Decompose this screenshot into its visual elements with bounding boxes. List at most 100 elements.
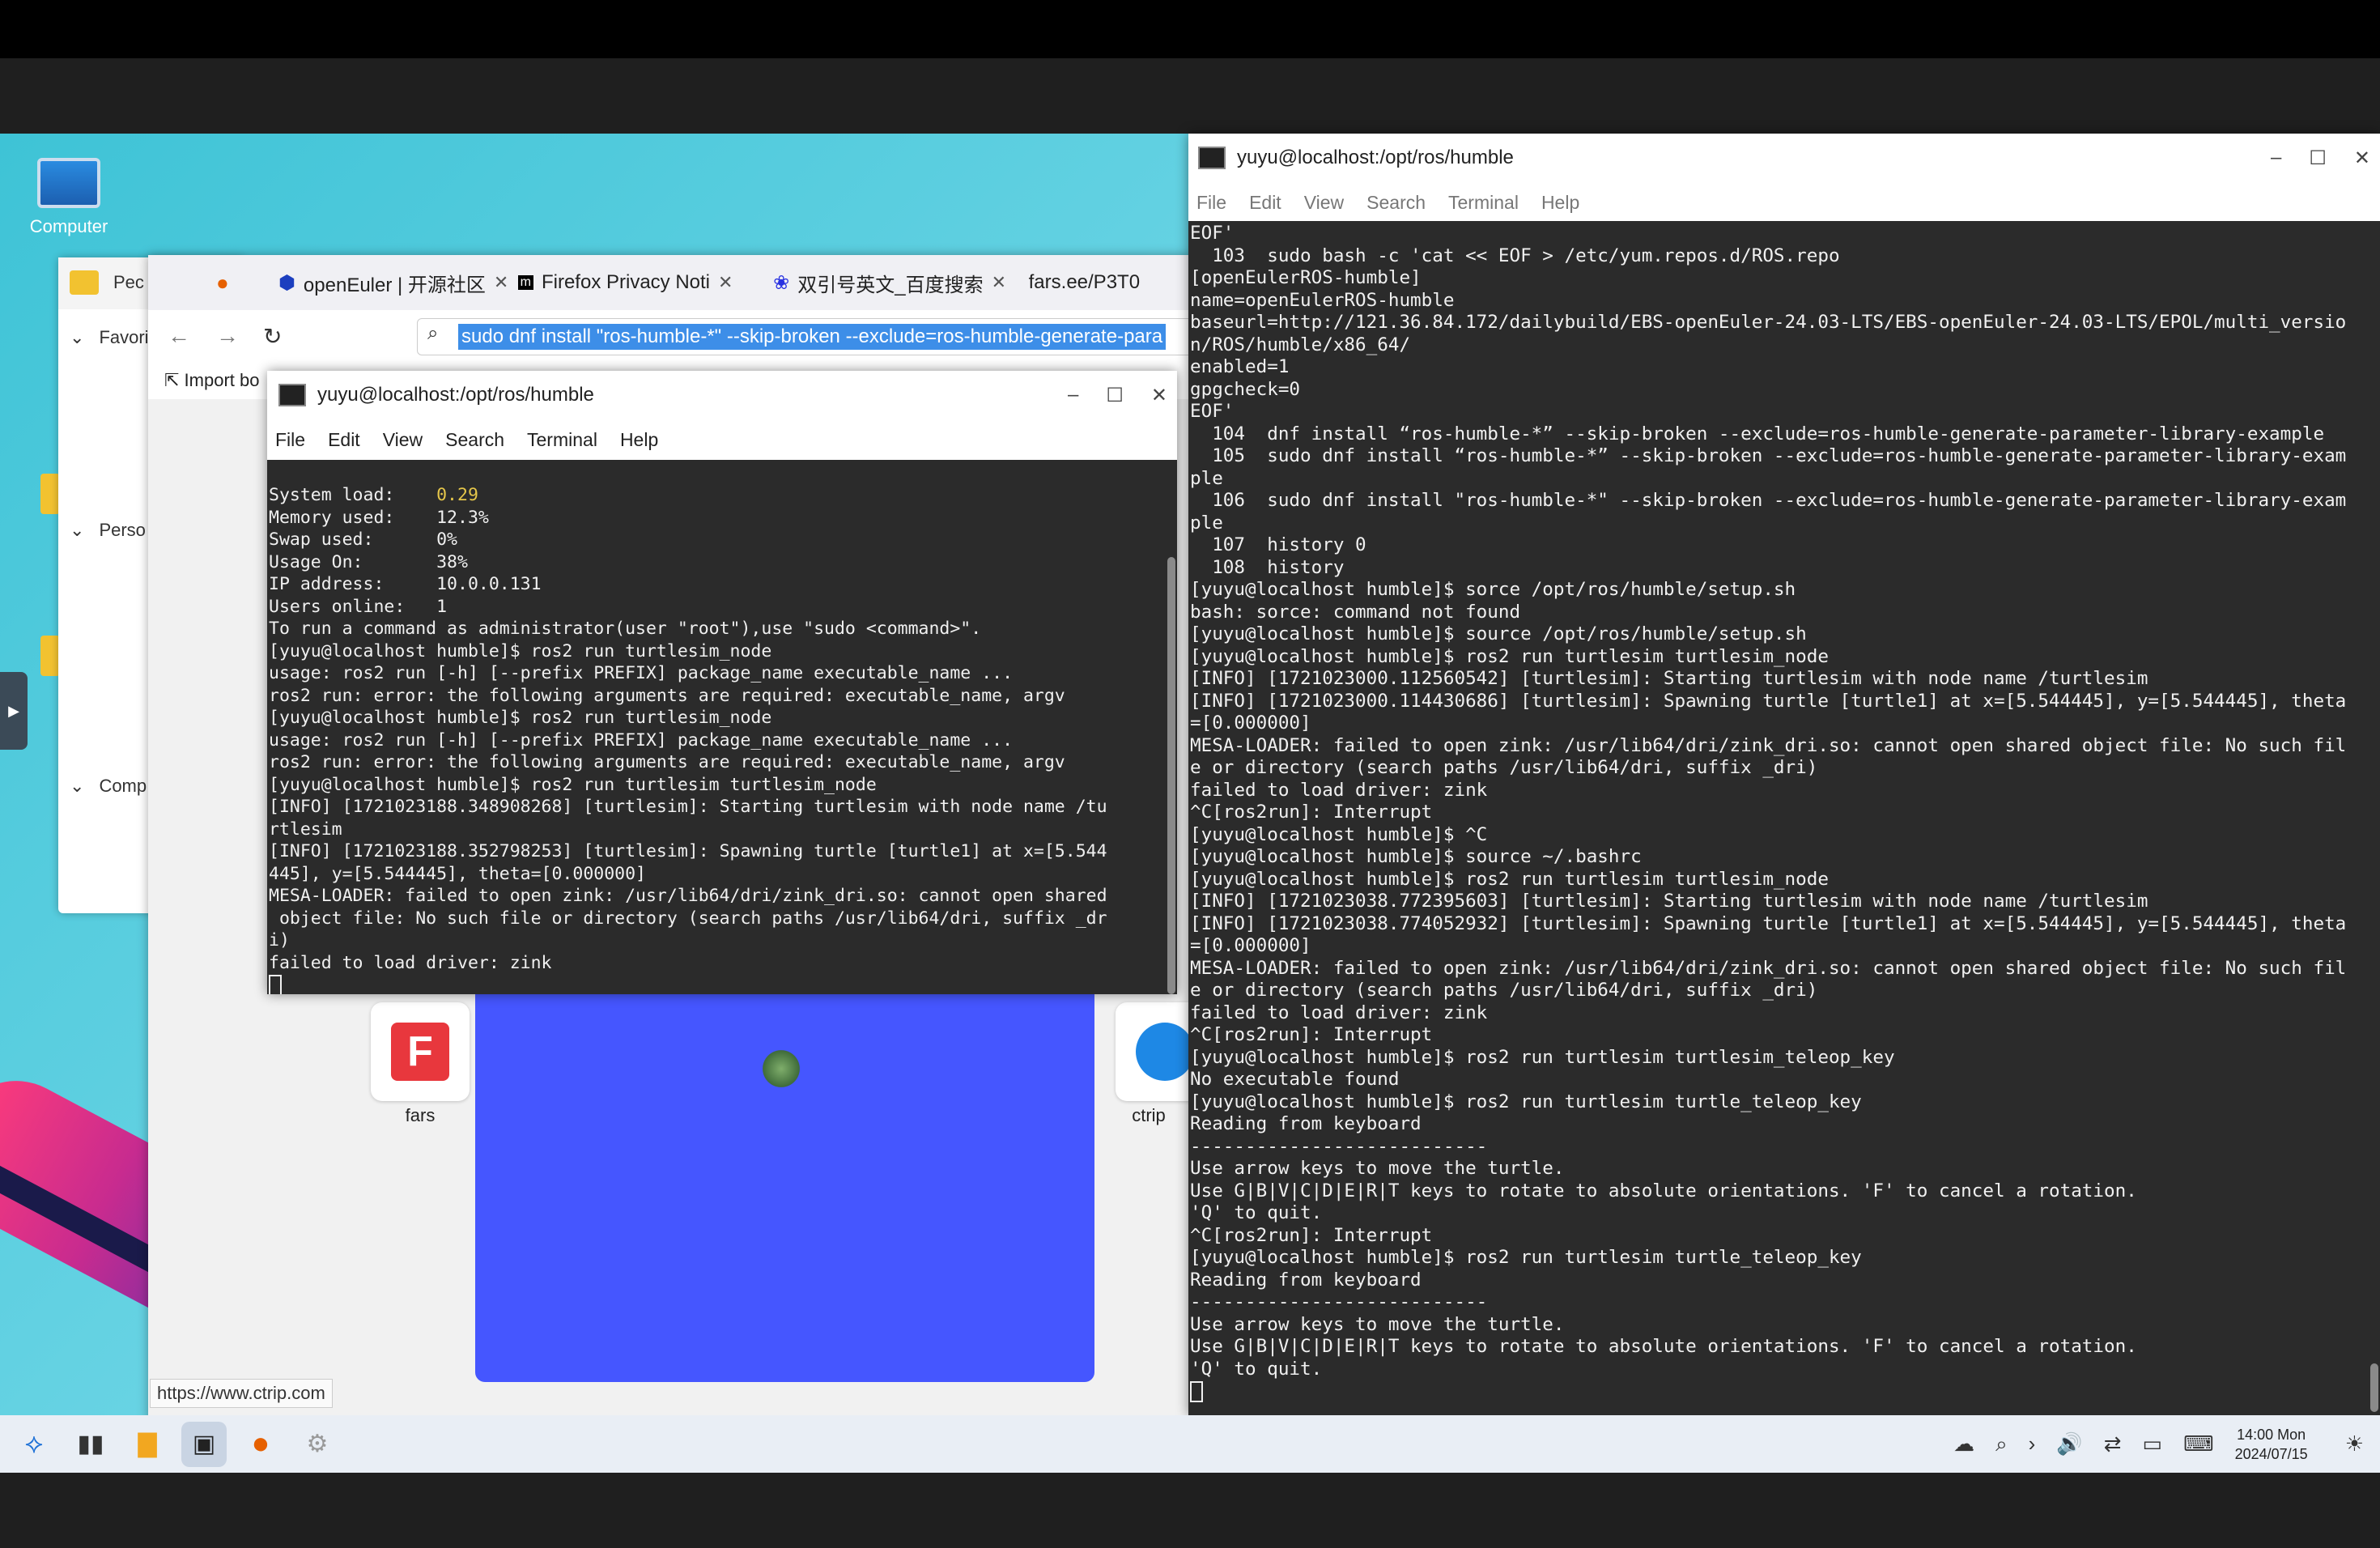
notification-icon[interactable]: ▭ (2142, 1431, 2162, 1457)
close-icon[interactable]: ✕ (992, 272, 1006, 293)
reload-icon[interactable]: ↻ (263, 323, 282, 350)
terminal-line: --------------------------- (1190, 1135, 1488, 1157)
tab-fars[interactable]: fars.ee/P3T0 (1018, 255, 1192, 310)
keyboard-icon[interactable]: ⌨ (2183, 1431, 2214, 1457)
desktop-icon-label: Computer (29, 216, 108, 236)
terminal-titlebar: yuyu@localhost:/opt/ros/humble – ☐ ✕ (267, 371, 1177, 419)
menu-search[interactable]: Search (445, 429, 504, 451)
terminal-line: [yuyu@localhost humble]$ ^C (1190, 823, 1488, 845)
sidebar-label: Favori (99, 327, 149, 347)
file-manager-sidebar-item[interactable]: ⌄ Favori (70, 327, 149, 348)
terminal-line: [INFO] [1721023038.774052932] [turtlesim… (1190, 912, 2347, 934)
terminal-output[interactable]: System load: 0.29 Memory used: 12.3% Swa… (267, 460, 1177, 994)
side-panel-toggle[interactable]: ▶ (0, 672, 28, 750)
menu-help[interactable]: Help (1541, 192, 1579, 214)
terminal-line: 104 dnf install “ros-humble-*” --skip-br… (1190, 423, 2325, 444)
terminal-line: [INFO] [1721023000.114430686] [turtlesim… (1190, 690, 2347, 712)
tab-openeuler[interactable]: ⬢ openEuler | 开源社区 ✕ (267, 255, 507, 310)
terminal-line: MESA-LOADER: failed to open zink: /usr/l… (1190, 957, 2347, 979)
close-icon[interactable]: ✕ (1151, 384, 1167, 407)
search-icon: ⌕ (427, 322, 439, 344)
menu-edit[interactable]: Edit (328, 429, 360, 451)
forward-icon[interactable]: → (216, 323, 239, 349)
window-title: yuyu@localhost:/opt/ros/humble (317, 384, 594, 406)
address-bar[interactable]: ⌕ sudo dnf install "ros-humble-*" --skip… (417, 318, 1212, 355)
terminal-line: Reading from keyboard (1190, 1113, 1422, 1134)
tab-label: Firefox Privacy Noti (541, 271, 711, 293)
terminal-icon (278, 384, 306, 406)
desktop-folder-icon[interactable] (40, 636, 60, 676)
close-icon[interactable]: ✕ (494, 272, 507, 293)
terminal-line: [INFO] [1721023000.112560542] [turtlesim… (1190, 668, 2148, 689)
tab-placeholder[interactable]: ● (148, 255, 267, 310)
tab-baidu-search[interactable]: ❀ 双引号英文_百度搜索 ✕ (762, 255, 1018, 310)
chevron-down-icon: ⌄ (70, 327, 85, 347)
clock-time: 14:00 Mon (2237, 1426, 2306, 1443)
file-manager-sidebar-item[interactable]: Pec (70, 270, 144, 295)
terminal-scrollbar[interactable] (2370, 1363, 2378, 1412)
menu-terminal[interactable]: Terminal (527, 429, 597, 451)
terminal-line: 'Q' to quit. (1190, 1202, 1323, 1223)
chevron-right-icon[interactable]: › (2029, 1431, 2036, 1457)
menu-file[interactable]: File (275, 429, 305, 451)
multitask-view-icon[interactable]: ▮▮ (68, 1422, 113, 1467)
tab-firefox-privacy[interactable]: m Firefox Privacy Noti ✕ (507, 255, 763, 310)
firefox-app-icon[interactable]: ● (238, 1422, 283, 1467)
terminal-line: 105 sudo dnf install “ros-humble-*” --sk… (1190, 445, 2347, 466)
file-manager-app-icon[interactable]: ▇ (125, 1422, 170, 1467)
terminal-line: [yuyu@localhost humble]$ source ~/.bashr… (1190, 846, 1642, 867)
menu-file[interactable]: File (1196, 192, 1226, 214)
maximize-icon[interactable]: ☐ (1106, 384, 1124, 407)
url-text: sudo dnf install "ros-humble-*" --skip-b… (458, 324, 1167, 350)
search-icon[interactable]: ⌕ (1995, 1431, 2008, 1457)
clock[interactable]: 14:00 Mon 2024/07/15 (2235, 1425, 2308, 1464)
terminal-cursor (1190, 1380, 1203, 1402)
terminal-line: 107 history 0 (1190, 534, 1366, 555)
menu-view[interactable]: View (1304, 192, 1344, 214)
back-icon[interactable]: ← (168, 323, 190, 349)
start-menu-icon[interactable]: ⟡ (11, 1422, 57, 1467)
terminal-menubar: File Edit View Search Terminal Help (267, 419, 1177, 460)
terminal-scrollbar[interactable] (1167, 557, 1175, 994)
terminal-output[interactable]: EOF' 103 sudo bash -c 'cat << EOF > /etc… (1188, 221, 2380, 1415)
menu-terminal[interactable]: Terminal (1448, 192, 1519, 214)
terminal-line: MESA-LOADER: failed to open zink: /usr/l… (269, 886, 1107, 906)
terminal-line: 'Q' to quit. (1190, 1358, 1323, 1380)
desktop-folder-icon[interactable] (40, 474, 60, 514)
terminal-line: [yuyu@localhost humble]$ ros2 run turtle… (269, 640, 772, 661)
volume-icon[interactable]: 🔊 (2056, 1431, 2082, 1457)
terminal-line: --------------------------- (1190, 1291, 1488, 1312)
navigation-bar: ← → ↻ ⌕ sudo dnf install "ros-humble-*" … (148, 310, 1212, 362)
menu-search[interactable]: Search (1366, 192, 1426, 214)
menu-help[interactable]: Help (620, 429, 658, 451)
desktop-icon-computer[interactable]: Computer (24, 158, 113, 237)
minimize-icon[interactable]: – (1068, 384, 1078, 406)
cloud-icon[interactable]: ☁ (1953, 1431, 1974, 1457)
terminal-window-right: yuyu@localhost:/opt/ros/humble – ☐ ✕ Fil… (1188, 134, 2380, 1415)
terminal-line: [INFO] [1721023188.348908268] [turtlesim… (269, 797, 1107, 817)
import-bookmarks-link[interactable]: ⇱ Import bo (164, 370, 259, 391)
close-icon[interactable]: ✕ (718, 272, 733, 293)
terminal-line: rtlesim (269, 819, 342, 840)
network-icon[interactable]: ⇄ (2104, 1431, 2122, 1457)
file-manager-sidebar-item[interactable]: ⌄ Perso (70, 520, 146, 541)
terminal-line: [yuyu@localhost humble]$ sorce /opt/ros/… (1190, 579, 1796, 600)
terminal-lines-right: EOF' 103 sudo bash -c 'cat << EOF > /etc… (1188, 221, 2380, 1403)
brightness-icon[interactable]: ☀ (2345, 1431, 2364, 1457)
minimize-icon[interactable]: – (2271, 147, 2281, 169)
file-manager-sidebar-item[interactable]: ⌄ Comp (70, 776, 147, 797)
terminal-line: i) (269, 930, 290, 950)
settings-app-icon[interactable]: ⚙ (295, 1422, 340, 1467)
menu-edit[interactable]: Edit (1249, 192, 1281, 214)
terminal-line: MESA-LOADER: failed to open zink: /usr/l… (1190, 734, 2347, 756)
maximize-icon[interactable]: ☐ (2309, 147, 2327, 170)
shortcut-tile-fars[interactable]: F (371, 1002, 470, 1101)
terminal-line: 106 sudo dnf install "ros-humble-*" --sk… (1190, 490, 2347, 511)
terminal-app-icon[interactable]: ▣ (181, 1421, 227, 1467)
terminal-line: [yuyu@localhost humble]$ ros2 run turtle… (1190, 1046, 1895, 1068)
menu-view[interactable]: View (383, 429, 423, 451)
close-icon[interactable]: ✕ (2354, 147, 2370, 170)
shortcut-label: fars (405, 1105, 436, 1125)
sidebar-label: Comp (99, 776, 147, 796)
tab-label: openEuler | 开源社区 (303, 274, 486, 296)
